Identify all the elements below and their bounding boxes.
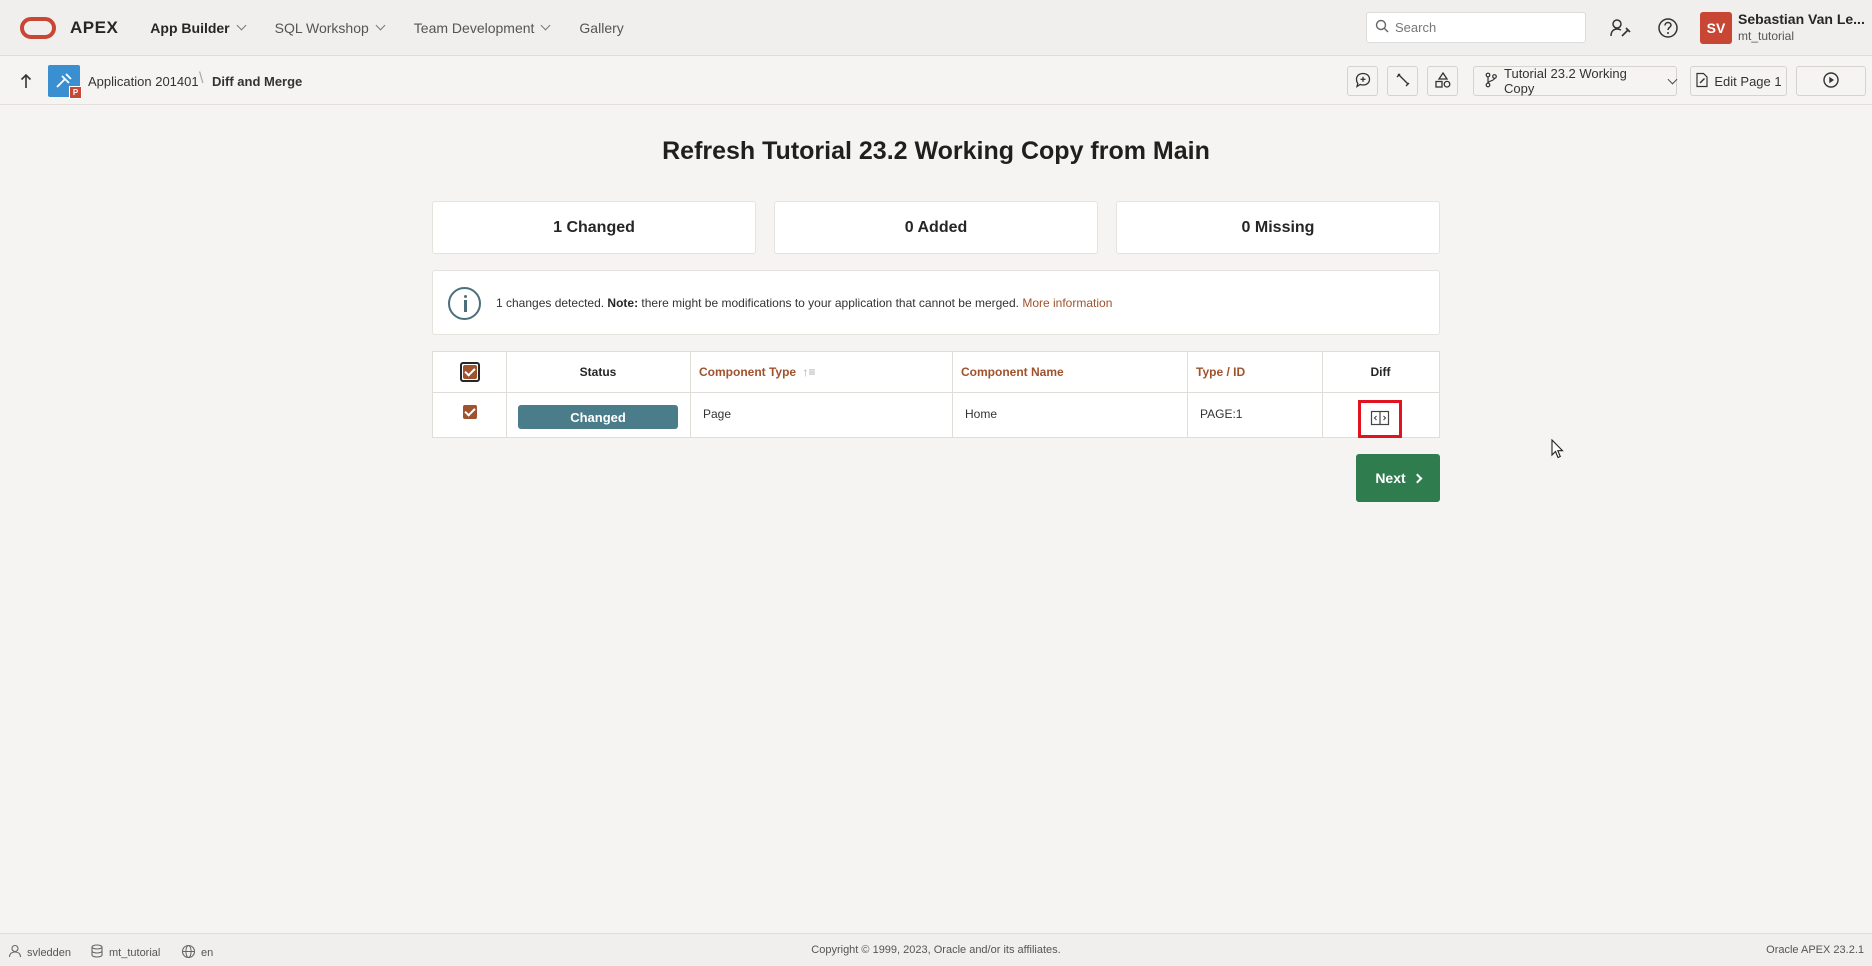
search-box[interactable] — [1366, 12, 1586, 43]
mouse-cursor-icon — [1551, 438, 1565, 462]
chevron-down-icon — [1667, 74, 1678, 84]
compare-icon — [1370, 410, 1390, 429]
cell-component-name: Home — [965, 407, 998, 421]
working-copy-select[interactable]: Tutorial 23.2 Working Copy — [1473, 66, 1678, 96]
top-header: APEX App Builder SQL Workshop Team Devel… — [0, 0, 1872, 56]
oracle-logo-icon[interactable] — [20, 16, 56, 39]
stat-added: 0 Added — [774, 201, 1098, 254]
table-row: Changed Page Home PAGE:1 — [433, 393, 1439, 438]
branch-icon — [1484, 72, 1498, 91]
header-component-type[interactable]: Component Type ↑≡ — [699, 365, 815, 379]
breadcrumb-application[interactable]: Application 201401 — [88, 74, 199, 89]
row-checkbox[interactable] — [463, 405, 477, 419]
search-icon — [1375, 19, 1389, 36]
apex-version: Oracle APEX 23.2.1 — [1766, 944, 1864, 956]
tools-icon — [1394, 71, 1412, 92]
application-icon[interactable]: P — [48, 65, 82, 99]
copyright: Copyright © 1999, 2023, Oracle and/or it… — [811, 944, 1061, 956]
sort-ascending-icon: ↑≡ — [802, 365, 816, 379]
alert-note-label: Note: — [607, 296, 639, 310]
edit-page-label: Edit Page 1 — [1714, 73, 1782, 89]
cell-type-id: PAGE:1 — [1200, 407, 1243, 421]
header-diff: Diff — [1370, 365, 1391, 379]
breadcrumb-current: Diff and Merge — [212, 74, 303, 89]
chevron-down-icon — [375, 20, 386, 31]
header-component-name[interactable]: Component Name — [961, 365, 1064, 379]
user-name: Sebastian Van Le... — [1738, 11, 1865, 27]
nav-gallery-label: Gallery — [579, 19, 624, 36]
nav-team-development-label: Team Development — [413, 19, 535, 36]
stat-missing: 0 Missing — [1116, 201, 1440, 254]
more-information-link[interactable]: More information — [1022, 296, 1112, 310]
page-title: Refresh Tutorial 23.2 Working Copy from … — [662, 137, 1210, 165]
nav-app-builder[interactable]: App Builder — [150, 19, 247, 36]
info-alert: 1 changes detected. Note: there might be… — [432, 270, 1440, 335]
edit-page-button[interactable]: Edit Page 1 — [1690, 66, 1787, 96]
nav-gallery[interactable]: Gallery — [579, 20, 623, 36]
nav-team-development[interactable]: Team Development — [413, 19, 551, 36]
chevron-right-icon — [1412, 473, 1423, 483]
alert-message: 1 changes detected. Note: there might be… — [496, 296, 1112, 310]
header-status[interactable]: Status — [506, 365, 690, 379]
search-input[interactable] — [1395, 20, 1575, 35]
shapes-icon — [1434, 71, 1452, 92]
working-copy-label: Tutorial 23.2 Working Copy — [1504, 66, 1627, 96]
select-all-checkbox[interactable] — [463, 365, 477, 379]
feedback-button[interactable] — [1347, 66, 1378, 96]
user-workspace: mt_tutorial — [1738, 29, 1795, 43]
user-menu[interactable]: Sebastian Van Le... mt_tutorial — [1738, 11, 1868, 43]
info-icon — [448, 287, 481, 320]
view-diff-button[interactable] — [1358, 400, 1402, 438]
footer: svledden mt_tutorial en Copyright © 1999… — [0, 933, 1872, 966]
header-type-id[interactable]: Type / ID — [1196, 365, 1245, 379]
main-nav: App Builder SQL Workshop Team Developmen… — [150, 0, 653, 56]
shared-components-button[interactable] — [1427, 66, 1458, 96]
alert-prefix: 1 changes detected. — [496, 296, 608, 310]
header-component-type-label: Component Type — [699, 365, 797, 379]
administration-icon[interactable] — [1607, 15, 1633, 41]
utilities-button[interactable] — [1387, 66, 1418, 96]
nav-sql-workshop-label: SQL Workshop — [274, 19, 369, 36]
sub-toolbar: P Application 201401 \ Diff and Merge Tu… — [0, 57, 1872, 105]
diff-table: Status Component Type ↑≡ Component Name … — [432, 351, 1440, 438]
chevron-down-icon — [236, 20, 247, 31]
run-page-button[interactable] — [1796, 66, 1866, 96]
play-icon — [1822, 71, 1840, 92]
table-header-row: Status Component Type ↑≡ Component Name … — [433, 352, 1439, 393]
next-button-label: Next — [1375, 470, 1406, 486]
comment-icon — [1354, 71, 1372, 92]
user-avatar[interactable]: SV — [1700, 12, 1732, 44]
stat-changed: 1 Changed — [432, 201, 756, 254]
cell-component-type: Page — [703, 407, 732, 421]
alert-text: there might be modifications to your app… — [638, 296, 1023, 310]
status-badge: Changed — [518, 405, 678, 429]
nav-sql-workshop[interactable]: SQL Workshop — [274, 19, 386, 36]
working-copy-badge: P — [69, 86, 82, 99]
up-arrow-icon[interactable] — [18, 71, 34, 91]
apex-brand[interactable]: APEX — [70, 18, 118, 38]
nav-app-builder-label: App Builder — [150, 19, 230, 36]
next-button[interactable]: Next — [1356, 454, 1440, 502]
chevron-down-icon — [540, 20, 551, 31]
edit-page-icon — [1695, 72, 1709, 91]
help-icon[interactable] — [1655, 15, 1681, 41]
breadcrumb-separator: \ — [199, 70, 204, 87]
